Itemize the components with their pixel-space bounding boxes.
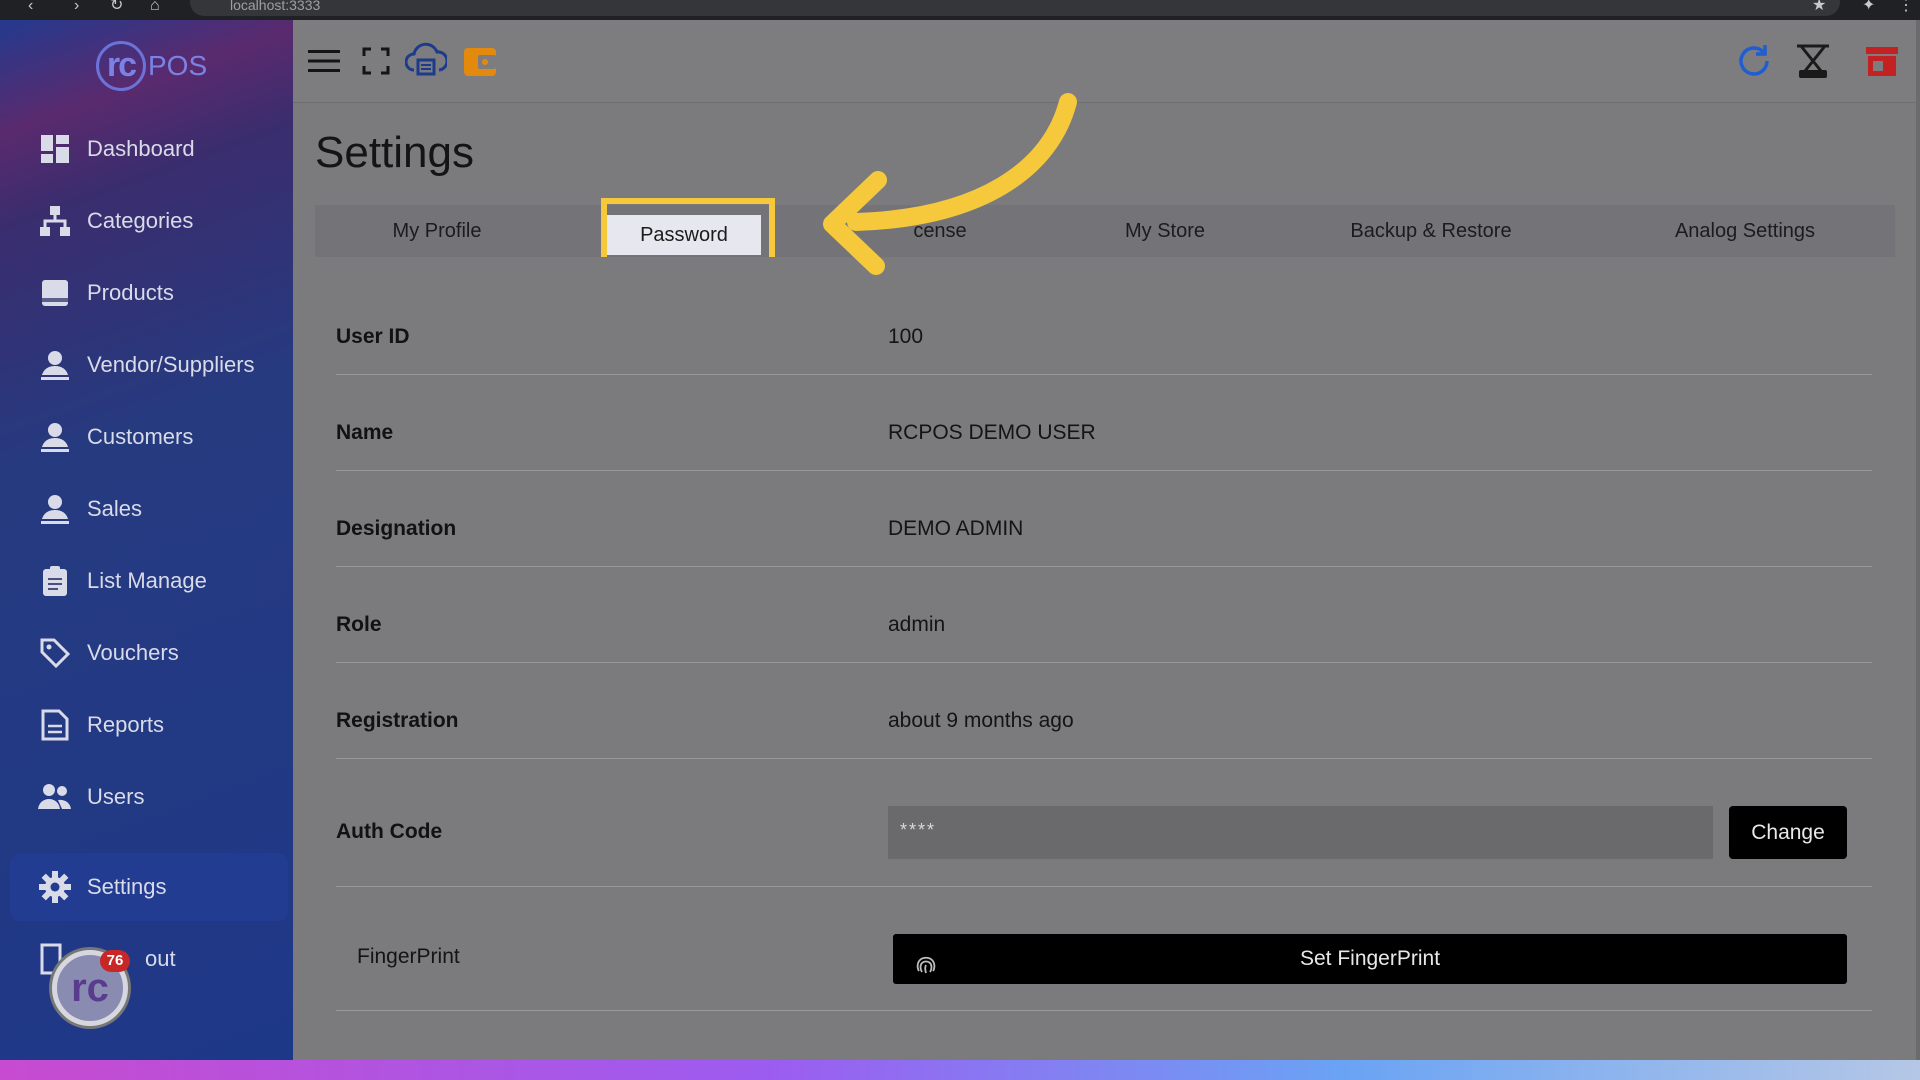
clipboard-icon <box>38 564 72 598</box>
detail-row-role: Role admin <box>336 567 1872 663</box>
sidebar: rc POS Dashboard Categories Products Ven… <box>0 20 293 1060</box>
menu-icon[interactable] <box>303 40 345 82</box>
box-icon <box>38 276 72 310</box>
row-label: Registration <box>336 709 459 732</box>
row-value: RCPOS DEMO USER <box>888 421 1096 444</box>
dashboard-icon <box>38 132 72 166</box>
person-icon <box>38 492 72 526</box>
sidebar-item-label: Users <box>87 784 145 809</box>
sidebar-item-customers[interactable]: Customers <box>10 403 288 471</box>
row-label: Designation <box>336 517 457 540</box>
sidebar-item-sales[interactable]: Sales <box>10 475 288 543</box>
bottom-gradient-bar <box>0 1060 1920 1080</box>
fingerprint-icon <box>913 946 939 974</box>
change-auth-code-button[interactable]: Change <box>1729 806 1847 859</box>
set-fingerprint-label: Set FingerPrint <box>1299 947 1441 970</box>
sidebar-item-label: Customers <box>87 424 194 449</box>
row-label: Auth Code <box>336 820 443 843</box>
app-logo[interactable]: rc POS <box>96 36 207 96</box>
person-icon <box>38 420 72 454</box>
store-icon[interactable] <box>1861 40 1903 82</box>
logo-mark: rc <box>96 41 146 91</box>
sidebar-item-reports[interactable]: Reports <box>10 691 288 759</box>
extensions-icon[interactable]: ✦ <box>1862 0 1875 14</box>
sidebar-item-label: Vouchers <box>87 640 179 665</box>
sidebar-item-label: List Manage <box>87 568 207 593</box>
row-value: 100 <box>888 325 924 348</box>
scale-icon[interactable] <box>1792 40 1834 82</box>
sidebar-item-products[interactable]: Products <box>10 259 288 327</box>
refresh-icon[interactable] <box>1733 40 1775 82</box>
sidebar-item-users[interactable]: Users <box>10 763 288 831</box>
sidebar-item-label: Settings <box>87 874 167 899</box>
sidebar-item-vendor-suppliers[interactable]: Vendor/Suppliers <box>10 331 288 399</box>
badge-logo-mark: rc <box>71 966 109 1010</box>
top-toolbar <box>293 20 1920 103</box>
detail-row-registration: Registration about 9 months ago <box>336 663 1872 759</box>
sidebar-item-list-manage[interactable]: List Manage <box>10 547 288 615</box>
sidebar-item-label: Vendor/Suppliers <box>87 352 255 377</box>
row-label: Role <box>336 613 382 636</box>
auth-code-input[interactable]: **** <box>888 806 1713 859</box>
annotation-arrow <box>823 93 1077 275</box>
sidebar-item-label: Dashboard <box>87 136 195 161</box>
tag-icon <box>38 636 72 670</box>
row-label: Name <box>336 421 394 444</box>
row-value: DEMO ADMIN <box>888 517 1024 540</box>
reload-icon[interactable]: ↻ <box>110 0 123 14</box>
forward-icon[interactable]: › <box>74 0 79 14</box>
row-value: about 9 months ago <box>888 709 1074 732</box>
url-text: localhost:3333 <box>230 0 321 13</box>
sidebar-item-categories[interactable]: Categories <box>10 187 288 255</box>
sidebar-item-label: Reports <box>87 712 165 737</box>
sidebar-item-settings[interactable]: Settings <box>10 853 288 921</box>
cloud-print-icon[interactable] <box>405 40 447 82</box>
tab-analog-settings[interactable]: Analog Settings <box>1635 205 1855 257</box>
page-title: Settings <box>315 128 474 177</box>
fullscreen-icon[interactable] <box>355 40 397 82</box>
row-value: admin <box>888 613 946 636</box>
detail-row-designation: Designation DEMO ADMIN <box>336 471 1872 567</box>
detail-row-name: Name RCPOS DEMO USER <box>336 375 1872 471</box>
set-fingerprint-button[interactable]: Set FingerPrint <box>893 934 1847 984</box>
sidebar-item-label: Products <box>87 280 174 305</box>
sidebar-item-label: Sales <box>87 496 143 521</box>
sitemap-icon <box>38 204 72 238</box>
gear-icon <box>38 870 72 904</box>
sidebar-item-label: Categories <box>87 208 194 233</box>
document-icon <box>38 708 72 742</box>
back-icon[interactable]: ‹ <box>28 0 33 14</box>
fingerprint-label: FingerPrint <box>357 945 460 968</box>
bookmark-icon[interactable]: ★ <box>1812 0 1826 14</box>
more-icon[interactable]: ⋮ <box>1898 0 1914 14</box>
users-icon <box>38 780 72 814</box>
settings-tabs: My Profile Password cense My Store Backu… <box>315 205 1895 257</box>
home-icon[interactable]: ⌂ <box>150 0 160 14</box>
logo-text: POS <box>148 50 208 81</box>
address-bar[interactable]: localhost:3333 <box>190 0 1840 16</box>
row-label: User ID <box>336 325 410 348</box>
tab-my-store[interactable]: My Store <box>1085 205 1245 257</box>
sidebar-item-vouchers[interactable]: Vouchers <box>10 619 288 687</box>
detail-row-user-id: User ID 100 <box>336 257 1872 375</box>
tab-backup-restore[interactable]: Backup & Restore <box>1315 205 1547 257</box>
tab-my-profile[interactable]: My Profile <box>315 205 559 257</box>
notification-count-badge: 76 <box>100 950 130 972</box>
person-icon <box>38 348 72 382</box>
sidebar-item-dashboard[interactable]: Dashboard <box>10 115 288 183</box>
wallet-icon[interactable] <box>459 40 501 82</box>
sidebar-item-label: out <box>145 946 176 971</box>
browser-toolbar: ‹ › ↻ ⌂ localhost:3333 ★ ✦ ⋮ <box>0 0 1920 20</box>
scrollbar[interactable] <box>1916 20 1920 1060</box>
